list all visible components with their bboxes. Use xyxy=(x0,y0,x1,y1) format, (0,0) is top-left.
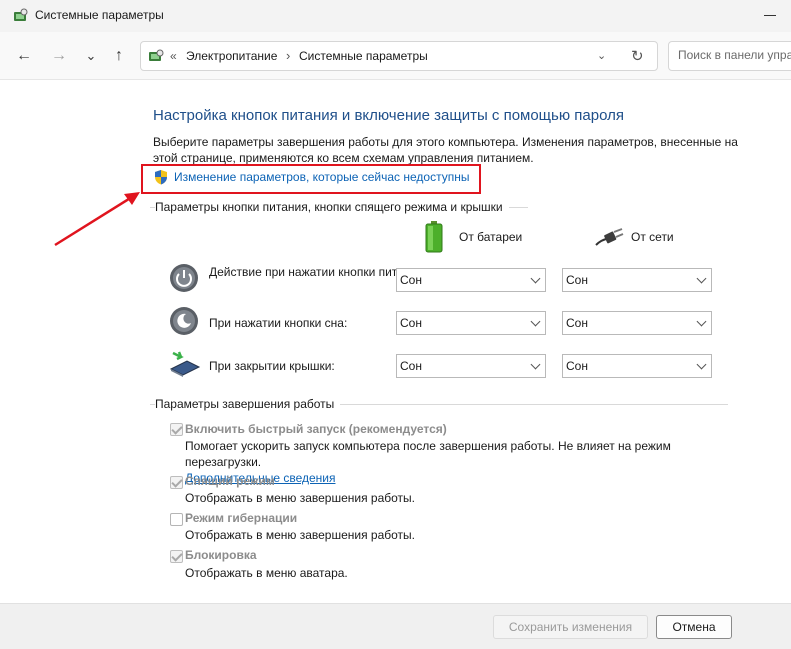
fast-startup-label: Включить быстрый запуск (рекомендуется) xyxy=(185,422,447,436)
page-description: Выберите параметры завершения работы для… xyxy=(153,135,738,165)
address-overflow-chevron[interactable]: « xyxy=(170,49,177,63)
main-content: Настройка кнопок питания и включение защ… xyxy=(0,81,791,601)
chevron-down-icon xyxy=(530,359,541,370)
address-bar[interactable]: « Электропитание › Системные параметры ⌄… xyxy=(140,41,658,71)
fast-startup-checkbox[interactable] xyxy=(170,423,183,436)
battery-column-header: От батареи xyxy=(459,230,523,244)
refresh-icon[interactable]: ↻ xyxy=(631,47,644,65)
laptop-lid-icon xyxy=(169,351,201,377)
change-unavailable-settings-link[interactable]: Изменение параметров, которые сейчас нед… xyxy=(174,170,470,184)
battery-icon xyxy=(425,221,443,253)
chevron-down-icon xyxy=(696,316,707,327)
forward-button[interactable]: → xyxy=(48,46,70,66)
lid-ac-select[interactable]: Сон xyxy=(562,354,712,378)
breadcrumb-separator[interactable]: › xyxy=(286,48,290,63)
buttons-section-title: Параметры кнопки питания, кнопки спящего… xyxy=(155,200,509,214)
power-button-icon xyxy=(170,264,198,292)
sleep-button-action-label: При нажатии кнопки сна: xyxy=(209,316,348,330)
search-box[interactable] xyxy=(668,41,791,71)
chevron-down-icon xyxy=(530,273,541,284)
control-panel-icon xyxy=(149,49,164,61)
search-input[interactable] xyxy=(678,48,791,62)
cancel-button[interactable]: Отмена xyxy=(656,615,732,639)
ac-column-header: От сети xyxy=(631,230,674,244)
power-button-action-label: Действие при нажатии кнопки питания: xyxy=(209,265,428,279)
address-dropdown-chevron[interactable]: ⌄ xyxy=(597,49,606,62)
power-button-ac-select[interactable]: Сон xyxy=(562,268,712,292)
sleep-button-icon xyxy=(170,307,198,335)
sleep-checkbox[interactable] xyxy=(170,476,183,489)
chevron-down-icon xyxy=(696,273,707,284)
lid-close-action-label: При закрытии крышки: xyxy=(209,359,335,373)
recent-locations-button[interactable]: ⌄ xyxy=(80,46,102,66)
footer-bar: Сохранить изменения Отмена xyxy=(0,603,791,649)
power-button-battery-select[interactable]: Сон xyxy=(396,268,546,292)
shutdown-section-title: Параметры завершения работы xyxy=(155,397,341,411)
navigation-bar: ← → ⌄ ↑ « Электропитание › Системные пар… xyxy=(0,32,791,80)
sleep-description: Отображать в меню завершения работы. xyxy=(185,491,416,505)
chevron-down-icon xyxy=(530,316,541,327)
page-title: Настройка кнопок питания и включение защ… xyxy=(153,107,624,124)
lock-checkbox[interactable] xyxy=(170,550,183,563)
breadcrumb-power-options[interactable]: Электропитание xyxy=(186,49,277,63)
sleep-label: Спящий режим xyxy=(185,474,275,488)
back-button[interactable]: ← xyxy=(13,46,35,66)
window-title: Системные параметры xyxy=(35,8,164,22)
hibernate-description: Отображать в меню завершения работы. xyxy=(185,528,416,542)
power-options-icon xyxy=(14,8,28,21)
sleep-button-battery-select[interactable]: Сон xyxy=(396,311,546,335)
breadcrumb-system-settings[interactable]: Системные параметры xyxy=(299,49,428,63)
power-plug-icon xyxy=(595,228,624,246)
lock-label: Блокировка xyxy=(185,548,257,562)
title-bar: Системные параметры xyxy=(0,0,791,32)
hibernate-checkbox[interactable] xyxy=(170,513,183,526)
up-button[interactable]: ↑ xyxy=(108,46,130,66)
save-changes-button[interactable]: Сохранить изменения xyxy=(493,615,648,639)
hibernate-label: Режим гибернации xyxy=(185,511,298,525)
minimize-button[interactable] xyxy=(762,6,782,24)
sleep-button-ac-select[interactable]: Сон xyxy=(562,311,712,335)
lid-battery-select[interactable]: Сон xyxy=(396,354,546,378)
lock-description: Отображать в меню аватара. xyxy=(185,566,348,580)
chevron-down-icon xyxy=(696,359,707,370)
red-pointer-arrow xyxy=(54,192,140,247)
